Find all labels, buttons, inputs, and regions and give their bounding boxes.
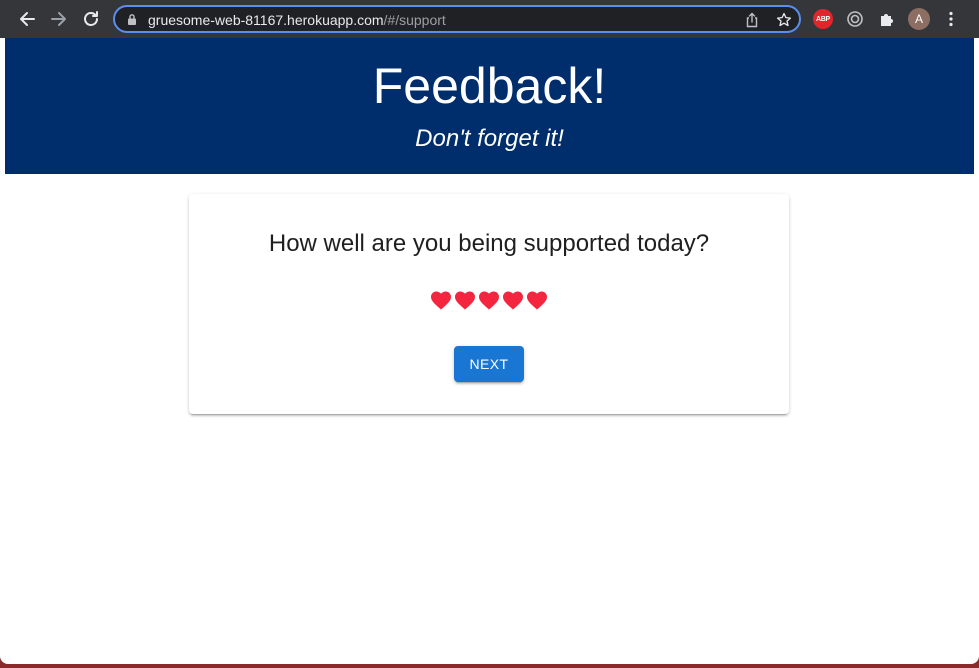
heart-icon[interactable] <box>502 290 524 310</box>
target-icon[interactable] <box>845 9 865 29</box>
star-icon[interactable] <box>776 12 792 28</box>
back-button[interactable] <box>16 8 38 30</box>
url-host: gruesome-web-81167.herokuapp.com <box>148 12 384 28</box>
abp-icon[interactable]: ABP <box>813 9 833 29</box>
page-title: Feedback! <box>372 58 607 114</box>
share-icon[interactable] <box>745 12 759 28</box>
kebab-menu-icon[interactable] <box>941 9 961 29</box>
survey-card: How well are you being supported today? … <box>189 194 789 414</box>
arrow-right-icon <box>51 12 66 26</box>
browser-toolbar: gruesome-web-81167.herokuapp.com/#/suppo… <box>0 0 979 38</box>
survey-question: How well are you being supported today? <box>268 230 710 257</box>
lock-icon <box>128 14 136 25</box>
forward-button[interactable] <box>48 8 70 30</box>
reload-button[interactable] <box>80 8 102 30</box>
url-text: gruesome-web-81167.herokuapp.com/#/suppo… <box>148 12 446 28</box>
browser-window: gruesome-web-81167.herokuapp.com/#/suppo… <box>0 0 979 664</box>
reload-icon <box>84 11 98 26</box>
address-bar[interactable]: gruesome-web-81167.herokuapp.com/#/suppo… <box>113 5 801 33</box>
heart-icon[interactable] <box>478 290 500 310</box>
avatar[interactable]: A <box>908 8 930 30</box>
heart-icon[interactable] <box>430 290 452 310</box>
heart-icon[interactable] <box>526 290 548 310</box>
url-path: /#/support <box>383 12 446 28</box>
arrow-left-icon <box>20 12 35 26</box>
puzzle-icon[interactable] <box>877 9 897 29</box>
page-subtitle: Don't forget it! <box>415 125 564 152</box>
heart-icon[interactable] <box>454 290 476 310</box>
heart-rating[interactable] <box>189 290 789 310</box>
next-button[interactable]: NEXT <box>454 346 524 382</box>
page-header: Feedback! Don't forget it! <box>5 38 974 174</box>
